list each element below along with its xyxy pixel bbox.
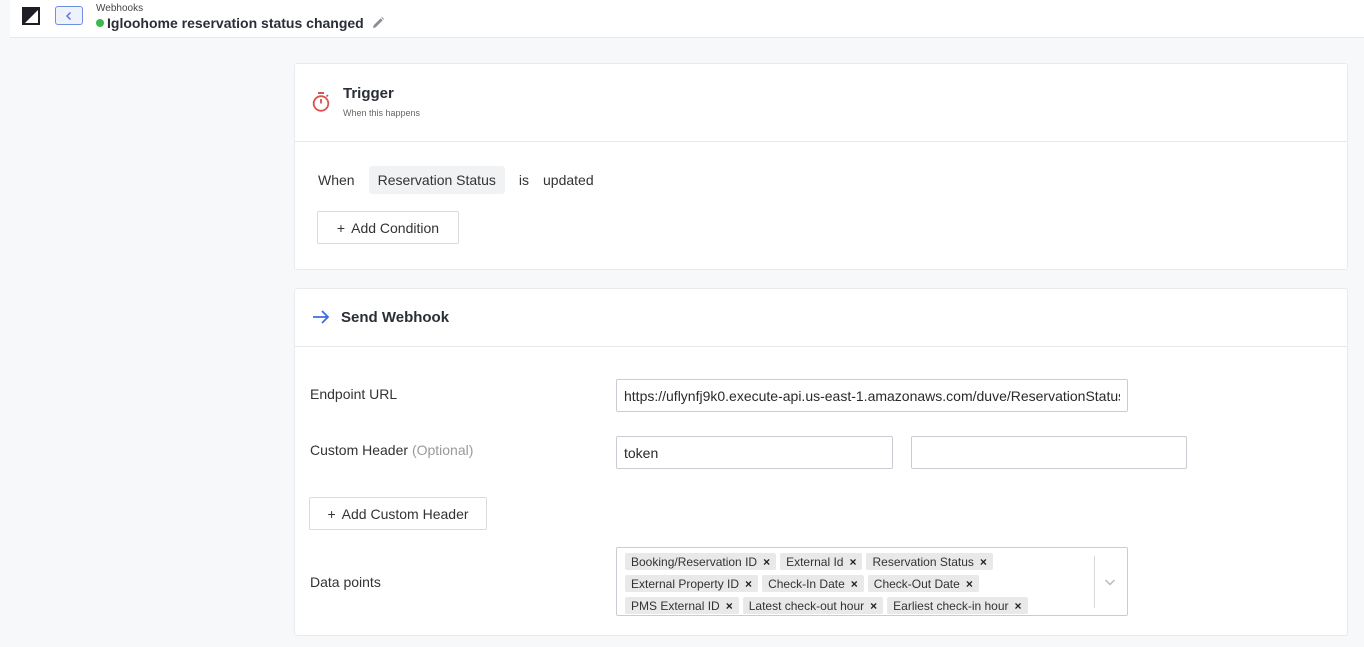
close-icon[interactable]: × [1015,599,1022,613]
add-custom-header-button[interactable]: + Add Custom Header [309,497,487,530]
pencil-icon[interactable] [371,16,385,30]
header-value-input[interactable] [911,436,1187,469]
add-custom-header-label: Add Custom Header [341,505,469,522]
data-point-tag: Latest check-out hour × [742,597,884,614]
trigger-subtitle: When this happens [343,108,421,118]
endpoint-label: Endpoint URL [310,386,398,402]
status-indicator [96,19,104,27]
close-icon[interactable]: × [851,577,858,591]
header-name-input[interactable] [616,436,893,469]
close-icon[interactable]: × [980,555,987,569]
top-bar: Webhooks Igloohome reservation status ch… [10,0,1364,38]
close-icon[interactable]: × [726,599,733,613]
page-title: Igloohome reservation status changed [107,15,364,31]
custom-header-text: Custom Header [310,442,409,458]
condition-operator[interactable]: is [519,172,529,188]
title-row: Igloohome reservation status changed [96,15,385,31]
trigger-title: Trigger [343,85,394,102]
add-condition-button[interactable]: + Add Condition [317,211,459,244]
data-point-tag: External Property ID × [625,575,759,592]
condition-field[interactable]: Reservation Status [368,166,505,194]
optional-hint: (Optional) [411,442,474,458]
add-condition-label: Add Condition [351,219,440,236]
endpoint-url-input[interactable] [616,379,1128,412]
data-point-tag: Earliest check-in hour × [887,597,1028,614]
close-icon[interactable]: × [966,577,973,591]
condition-when: When [318,172,355,188]
close-icon[interactable]: × [849,555,856,569]
data-points-label: Data points [310,574,381,590]
stopwatch-icon [312,92,330,112]
data-point-tag: Check-Out Date × [867,575,979,592]
back-button[interactable] [55,6,83,25]
close-icon[interactable]: × [870,599,877,613]
condition-row: When Reservation Status is updated [318,166,608,194]
close-icon[interactable]: × [745,577,752,591]
custom-header-label: Custom Header (Optional) [310,442,473,458]
data-points-tags: Booking/Reservation ID × External Id × Res… [625,551,1095,617]
breadcrumb[interactable]: Webhooks [96,3,143,14]
data-point-tag: Reservation Status × [866,553,993,570]
trigger-card: Trigger When this happens When Reservati… [294,63,1348,270]
plus-icon: + [336,219,346,236]
select-divider [1094,556,1095,608]
data-point-tag: Check-In Date × [762,575,864,592]
webhook-title: Send Webhook [341,309,450,326]
arrow-right-icon [313,310,330,324]
data-point-tag: External Id × [780,553,863,570]
send-webhook-card: Send Webhook Endpoint URL Custom Header … [294,288,1348,636]
chevron-left-icon [66,11,71,20]
brand-logo-icon[interactable] [21,6,41,26]
data-points-select[interactable]: Booking/Reservation ID × External Id × Res… [616,547,1128,616]
webhook-header: Send Webhook [295,289,1347,347]
plus-icon: + [327,505,336,522]
condition-value[interactable]: updated [543,172,594,188]
chevron-down-icon[interactable] [1103,575,1117,589]
close-icon[interactable]: × [763,555,770,569]
data-point-tag: Booking/Reservation ID × [625,553,777,570]
data-point-tag: PMS External ID × [625,597,739,614]
trigger-header: Trigger When this happens [295,64,1347,142]
